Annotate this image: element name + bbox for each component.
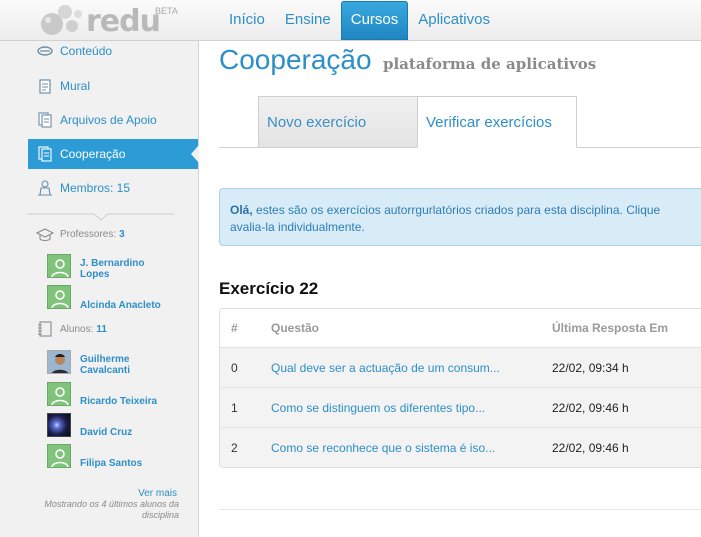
last-answer-time: 22/02, 09:34 h: [552, 360, 629, 375]
user-silhouette-icon: [51, 387, 69, 405]
tab-novo-exercicio[interactable]: Novo exercício: [258, 96, 418, 148]
table-row[interactable]: 2 Como se reconhece que o sistema é iso.…: [220, 428, 701, 467]
files-icon: [36, 111, 54, 129]
sidebar-item-conteudo[interactable]: Conteúdo: [28, 36, 198, 66]
exercise-title: Exercício 22: [219, 279, 319, 298]
wall-icon: [36, 77, 54, 95]
row-number: 2: [231, 441, 238, 455]
professores-count: 3: [119, 228, 125, 240]
member-student-2[interactable]: Ricardo Teixeira: [47, 382, 170, 407]
sidebar: Conteúdo Mural Arquivos de Apoio Coopera…: [0, 41, 199, 537]
info-text-line2: avalia-la individualmente.: [230, 220, 365, 234]
alunos-label: Alunos: 11: [36, 321, 107, 337]
column-header-last-answer: Última Resposta Em: [552, 321, 669, 335]
info-greeting: Olá,: [230, 203, 253, 217]
main-nav: Início Ensine Cursos Aplicativos: [219, 0, 500, 40]
sidebar-item-label: Cooperação: [60, 147, 126, 161]
members-note: Mostrando os 4 últimos alunos da discipl…: [44, 499, 179, 520]
info-message: Olá, estes são os exercícios autorrgurla…: [219, 188, 701, 246]
content-icon: [36, 42, 54, 60]
redu-logo[interactable]: redu BETA: [38, 2, 178, 39]
cooperation-icon: [36, 145, 54, 163]
sidebar-item-arquivos[interactable]: Arquivos de Apoio: [28, 105, 198, 135]
member-teacher-2[interactable]: Alcinda Anacleto: [47, 285, 170, 311]
member-name: Ricardo Teixeira: [80, 396, 158, 407]
nav-aplicativos[interactable]: Aplicativos: [408, 0, 500, 40]
members-icon: [36, 179, 54, 197]
avatar: [47, 254, 71, 278]
user-silhouette-icon: [51, 259, 69, 277]
column-header-question: Questão: [271, 321, 320, 335]
member-name: Filipa Santos: [80, 458, 143, 469]
member-name: J. Bernardino Lopes: [80, 258, 145, 280]
member-teacher-1[interactable]: J. Bernardino Lopes: [47, 254, 170, 280]
see-more-link[interactable]: Ver mais: [138, 488, 177, 499]
content-divider: [219, 509, 701, 510]
table-row[interactable]: 1 Como se distinguem os diferentes tipo.…: [220, 388, 701, 428]
beta-badge: BETA: [155, 6, 178, 16]
sidebar-item-label: Arquivos de Apoio: [60, 113, 157, 127]
page-title: Cooperação: [219, 44, 372, 75]
row-number: 0: [231, 360, 238, 375]
page-subtitle: plataforma de aplicativos: [383, 55, 597, 73]
question-link[interactable]: Como se distinguem os diferentes tipo...: [271, 388, 485, 427]
sidebar-item-membros[interactable]: Membros: 15: [28, 173, 198, 203]
user-silhouette-icon: [51, 290, 69, 308]
info-text-line1: estes são os exercícios autorrgurlatório…: [252, 203, 661, 217]
member-student-4[interactable]: Filipa Santos: [47, 444, 170, 469]
sidebar-item-mural[interactable]: Mural: [28, 71, 198, 101]
notebook-icon: [38, 321, 52, 337]
row-number: 1: [231, 400, 238, 415]
user-photo-icon: [48, 351, 70, 373]
table-header-row: # Questão Última Resposta Em: [220, 309, 701, 348]
member-name: Guilherme Cavalcanti: [80, 354, 131, 376]
alunos-count: 11: [96, 323, 107, 335]
sidebar-item-label: Mural: [60, 79, 91, 93]
top-bar: redu BETA Início Ensine Cursos Aplicativ…: [0, 0, 701, 41]
graduation-cap-icon: [36, 228, 54, 242]
sidebar-divider: [28, 213, 174, 221]
sidebar-item-label: Conteúdo: [60, 44, 113, 58]
avatar: [47, 444, 71, 468]
member-student-3[interactable]: David Cruz: [47, 413, 170, 438]
tab-verificar-exercicios[interactable]: Verificar exercícios: [417, 96, 577, 148]
logo-wordmark: redu: [86, 4, 161, 39]
avatar: [47, 350, 71, 374]
last-answer-time: 22/02, 09:46 h: [552, 441, 629, 455]
sidebar-item-cooperacao[interactable]: Cooperação: [28, 139, 199, 169]
nav-cursos[interactable]: Cursos: [340, 1, 409, 40]
nav-ensine[interactable]: Ensine: [275, 0, 341, 40]
avatar: [47, 285, 71, 309]
member-student-1[interactable]: Guilherme Cavalcanti: [47, 350, 170, 376]
user-silhouette-icon: [51, 449, 69, 467]
last-answer-time: 22/02, 09:46 h: [552, 400, 629, 415]
avatar: [47, 382, 71, 406]
member-name: David Cruz: [80, 427, 133, 438]
professores-label: Professores: 3: [36, 226, 125, 242]
avatar: [47, 413, 71, 437]
column-header-number: #: [231, 321, 238, 335]
member-name: Alcinda Anacleto: [80, 300, 161, 311]
question-link[interactable]: Como se reconhece que o sistema é iso...: [271, 428, 495, 467]
nav-inicio[interactable]: Início: [219, 0, 275, 40]
question-link[interactable]: Qual deve ser a actuação de um consum...: [271, 348, 500, 387]
exercise-table: # Questão Última Resposta Em 0 Qual deve…: [219, 308, 701, 468]
table-row[interactable]: 0 Qual deve ser a actuação de um consum.…: [220, 348, 701, 388]
logo-bubbles-icon: [41, 5, 82, 35]
sidebar-item-label: Membros: 15: [60, 181, 131, 195]
